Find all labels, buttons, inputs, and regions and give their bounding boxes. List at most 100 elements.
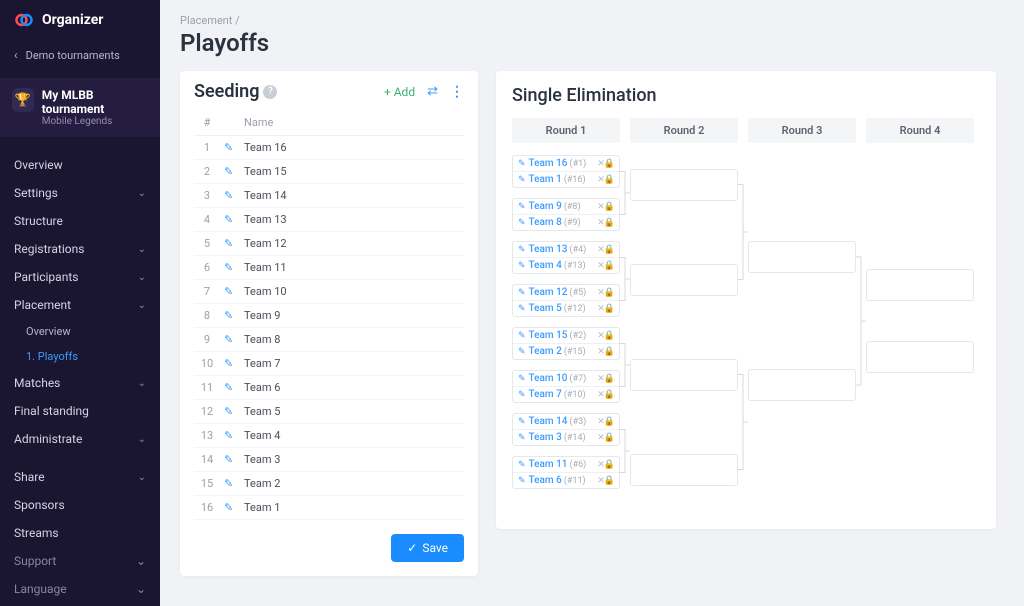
nav-structure[interactable]: Structure bbox=[0, 207, 160, 235]
edit-icon[interactable]: ✎ bbox=[224, 309, 233, 322]
language-link[interactable]: Language⌄ bbox=[0, 575, 160, 603]
seed-team-name[interactable]: Team 11 bbox=[240, 256, 464, 280]
edit-icon[interactable]: ✎ bbox=[224, 165, 233, 178]
team-link[interactable]: Team 12 bbox=[529, 287, 568, 298]
slot-actions-icon[interactable]: ✕🔒 bbox=[597, 374, 614, 384]
nav-placement-overview[interactable]: Overview bbox=[0, 319, 160, 344]
slot-actions-icon[interactable]: ✕🔒 bbox=[597, 288, 614, 298]
slot-actions-icon[interactable]: ✕🔒 bbox=[597, 476, 614, 486]
team-link[interactable]: Team 5 bbox=[529, 303, 562, 314]
brand[interactable]: Organizer bbox=[0, 0, 160, 40]
match-empty[interactable] bbox=[866, 341, 974, 373]
slot-actions-icon[interactable]: ✕🔒 bbox=[597, 261, 614, 271]
match-empty[interactable] bbox=[630, 169, 738, 201]
edit-icon[interactable]: ✎ bbox=[224, 357, 233, 370]
nav-settings[interactable]: Settings⌄ bbox=[0, 179, 160, 207]
support-link[interactable]: Support⌄ bbox=[0, 547, 160, 575]
edit-icon[interactable]: ✎ bbox=[224, 381, 233, 394]
match-empty[interactable] bbox=[866, 269, 974, 301]
team-link[interactable]: Team 11 bbox=[529, 459, 568, 470]
slot-actions-icon[interactable]: ✕🔒 bbox=[597, 175, 614, 185]
edit-icon[interactable]: ✎ bbox=[224, 429, 233, 442]
nav-placement[interactable]: Placement⌄ bbox=[0, 291, 160, 319]
edit-icon[interactable]: ✎ bbox=[518, 476, 526, 486]
edit-icon[interactable]: ✎ bbox=[224, 141, 233, 154]
seed-team-name[interactable]: Team 14 bbox=[240, 184, 464, 208]
tournament-card[interactable]: 🏆 My MLBB tournament Mobile Legends bbox=[0, 78, 160, 137]
nav-streams[interactable]: Streams bbox=[0, 519, 160, 547]
edit-icon[interactable]: ✎ bbox=[518, 390, 526, 400]
nav-registrations[interactable]: Registrations⌄ bbox=[0, 235, 160, 263]
slot-actions-icon[interactable]: ✕🔒 bbox=[597, 347, 614, 357]
edit-icon[interactable]: ✎ bbox=[224, 501, 233, 514]
edit-icon[interactable]: ✎ bbox=[518, 159, 526, 169]
edit-icon[interactable]: ✎ bbox=[224, 189, 233, 202]
round-header[interactable]: Round 3 bbox=[748, 118, 856, 143]
team-link[interactable]: Team 3 bbox=[529, 432, 562, 443]
edit-icon[interactable]: ✎ bbox=[224, 285, 233, 298]
edit-icon[interactable]: ✎ bbox=[518, 331, 526, 341]
more-menu-icon[interactable]: ⋮ bbox=[450, 84, 464, 100]
nav-final-standing[interactable]: Final standing bbox=[0, 397, 160, 425]
seed-team-name[interactable]: Team 9 bbox=[240, 304, 464, 328]
edit-icon[interactable]: ✎ bbox=[224, 333, 233, 346]
team-link[interactable]: Team 2 bbox=[529, 346, 562, 357]
team-link[interactable]: Team 9 bbox=[529, 201, 562, 212]
add-button[interactable]: + Add bbox=[384, 85, 415, 99]
seed-team-name[interactable]: Team 6 bbox=[240, 376, 464, 400]
seed-team-name[interactable]: Team 10 bbox=[240, 280, 464, 304]
slot-actions-icon[interactable]: ✕🔒 bbox=[597, 159, 614, 169]
slot-actions-icon[interactable]: ✕🔒 bbox=[597, 245, 614, 255]
nav-share[interactable]: Share⌄ bbox=[0, 463, 160, 491]
help-icon[interactable]: ? bbox=[263, 85, 277, 99]
slot-actions-icon[interactable]: ✕🔒 bbox=[597, 202, 614, 212]
team-link[interactable]: Team 7 bbox=[529, 389, 562, 400]
team-link[interactable]: Team 1 bbox=[529, 174, 562, 185]
seed-team-name[interactable]: Team 3 bbox=[240, 448, 464, 472]
edit-icon[interactable]: ✎ bbox=[518, 218, 526, 228]
match[interactable]: ✎ Team 13 (#4) ✕🔒 ✎ Team 4 (#13) ✕🔒 bbox=[512, 241, 620, 274]
match-empty[interactable] bbox=[748, 369, 856, 401]
seed-team-name[interactable]: Team 12 bbox=[240, 232, 464, 256]
edit-icon[interactable]: ✎ bbox=[224, 477, 233, 490]
team-link[interactable]: Team 4 bbox=[529, 260, 562, 271]
seed-team-name[interactable]: Team 16 bbox=[240, 136, 464, 160]
slot-actions-icon[interactable]: ✕🔒 bbox=[597, 433, 614, 443]
edit-icon[interactable]: ✎ bbox=[518, 288, 526, 298]
edit-icon[interactable]: ✎ bbox=[518, 175, 526, 185]
nav-participants[interactable]: Participants⌄ bbox=[0, 263, 160, 291]
slot-actions-icon[interactable]: ✕🔒 bbox=[597, 390, 614, 400]
breadcrumb[interactable]: Placement / bbox=[180, 14, 1004, 27]
slot-actions-icon[interactable]: ✕🔒 bbox=[597, 218, 614, 228]
seed-team-name[interactable]: Team 7 bbox=[240, 352, 464, 376]
seed-team-name[interactable]: Team 13 bbox=[240, 208, 464, 232]
team-link[interactable]: Team 15 bbox=[529, 330, 568, 341]
nav-overview[interactable]: Overview bbox=[0, 151, 160, 179]
nav-sponsors[interactable]: Sponsors bbox=[0, 491, 160, 519]
match[interactable]: ✎ Team 12 (#5) ✕🔒 ✎ Team 5 (#12) ✕🔒 bbox=[512, 284, 620, 317]
slot-actions-icon[interactable]: ✕🔒 bbox=[597, 417, 614, 427]
match-empty[interactable] bbox=[630, 454, 738, 486]
match[interactable]: ✎ Team 15 (#2) ✕🔒 ✎ Team 2 (#15) ✕🔒 bbox=[512, 327, 620, 360]
save-button[interactable]: ✓ Save bbox=[391, 534, 464, 562]
slot-actions-icon[interactable]: ✕🔒 bbox=[597, 460, 614, 470]
slot-actions-icon[interactable]: ✕🔒 bbox=[597, 304, 614, 314]
seed-team-name[interactable]: Team 4 bbox=[240, 424, 464, 448]
edit-icon[interactable]: ✎ bbox=[224, 261, 233, 274]
round-header[interactable]: Round 1 bbox=[512, 118, 620, 143]
match[interactable]: ✎ Team 9 (#8) ✕🔒 ✎ Team 8 (#9) ✕🔒 bbox=[512, 198, 620, 231]
match-empty[interactable] bbox=[630, 359, 738, 391]
seed-team-name[interactable]: Team 8 bbox=[240, 328, 464, 352]
nav-administrate[interactable]: Administrate⌄ bbox=[0, 425, 160, 453]
match[interactable]: ✎ Team 16 (#1) ✕🔒 ✎ Team 1 (#16) ✕🔒 bbox=[512, 155, 620, 188]
team-link[interactable]: Team 14 bbox=[529, 416, 568, 427]
seed-team-name[interactable]: Team 15 bbox=[240, 160, 464, 184]
match-empty[interactable] bbox=[748, 241, 856, 273]
team-link[interactable]: Team 6 bbox=[529, 475, 562, 486]
team-link[interactable]: Team 16 bbox=[529, 158, 568, 169]
nav-placement-playoffs[interactable]: 1. Playoffs bbox=[0, 344, 160, 369]
team-link[interactable]: Team 8 bbox=[529, 217, 562, 228]
team-link[interactable]: Team 13 bbox=[529, 244, 568, 255]
edit-icon[interactable]: ✎ bbox=[518, 433, 526, 443]
edit-icon[interactable]: ✎ bbox=[518, 374, 526, 384]
